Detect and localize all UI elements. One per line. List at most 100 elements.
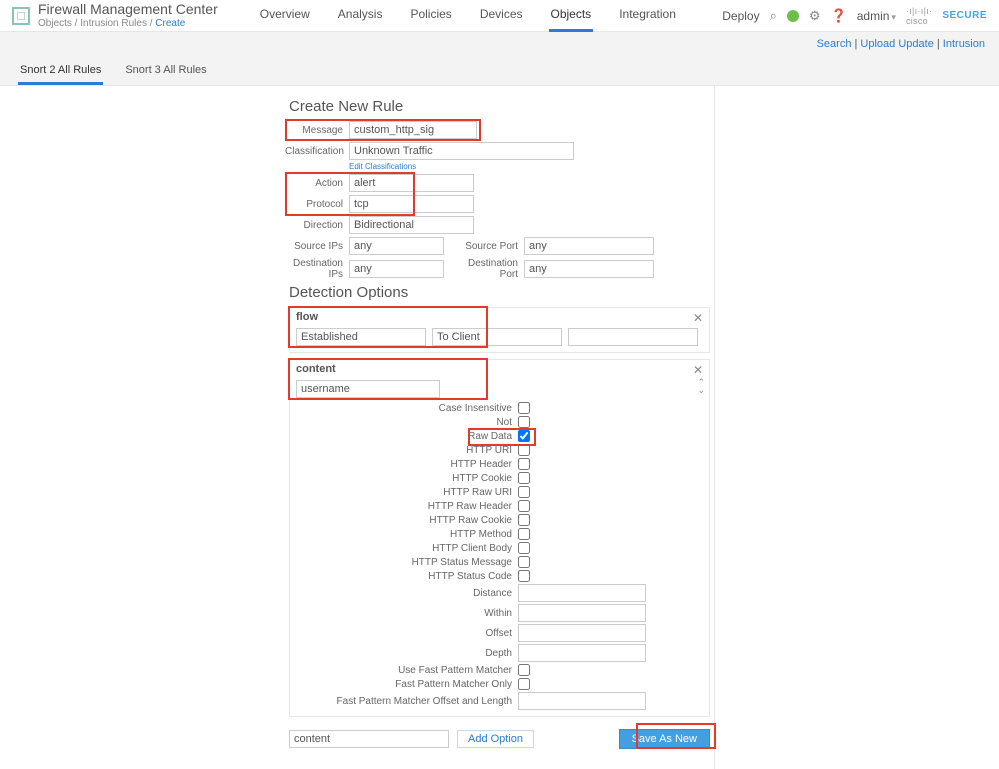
lbl-header: HTTP Header	[290, 459, 512, 470]
lbl-method: HTTP Method	[290, 529, 512, 540]
lbl-uri: HTTP URI	[290, 445, 512, 456]
lbl-status: HTTP Status Message	[290, 557, 512, 568]
nav-overview[interactable]: Overview	[258, 0, 312, 32]
chk-rawuri[interactable]	[518, 486, 530, 498]
content-block: content ✕ ⌃⌄ Case Insensitive Not Raw Da…	[289, 359, 710, 717]
chk-rawcookie[interactable]	[518, 514, 530, 526]
chk-fastonly[interactable]	[518, 678, 530, 690]
lbl-distance: Distance	[290, 588, 512, 599]
nav-objects[interactable]: Objects	[549, 0, 594, 32]
depth-input[interactable]	[518, 644, 646, 662]
chk-rawheader[interactable]	[518, 500, 530, 512]
lbl-src-ips: Source IPs	[285, 241, 343, 252]
crumb-create: Create	[155, 18, 185, 29]
fastoff-input[interactable]	[518, 692, 646, 710]
lbl-rawheader: HTTP Raw Header	[290, 501, 512, 512]
save-as-new-button[interactable]: Save As New	[619, 729, 710, 749]
content-value-input[interactable]	[296, 380, 440, 398]
top-right: Deploy ⌕ ⚙ ❓ admin▾ ·ı|ı·ı|ı·cisco SECUR…	[722, 6, 987, 26]
crumb-objects[interactable]: Objects	[38, 18, 72, 29]
flow-dir-select[interactable]: To Client	[432, 328, 562, 346]
lbl-case: Case Insensitive	[290, 403, 512, 414]
lbl-not: Not	[290, 417, 512, 428]
deploy-link[interactable]: Deploy	[722, 9, 759, 23]
chevron-down-icon: ▾	[891, 12, 896, 22]
chk-header[interactable]	[518, 458, 530, 470]
tabs: Snort 2 All Rules Snort 3 All Rules	[0, 56, 999, 85]
edit-classifications-link[interactable]: Edit Classifications	[349, 162, 714, 171]
link-intrusion[interactable]: Intrusion	[943, 38, 985, 50]
lbl-rawuri: HTTP Raw URI	[290, 487, 512, 498]
option-type-select[interactable]: content	[289, 730, 449, 748]
chk-uri[interactable]	[518, 444, 530, 456]
user-menu[interactable]: admin▾	[857, 9, 896, 23]
nav-devices[interactable]: Devices	[478, 0, 525, 32]
link-search[interactable]: Search	[817, 38, 852, 50]
crumb-intrusion[interactable]: Intrusion Rules	[80, 18, 147, 29]
cisco-brand: ·ı|ı·ı|ı·cisco	[906, 6, 932, 26]
direction-select[interactable]: Bidirectional	[349, 216, 474, 234]
section-create: Create New Rule	[289, 98, 714, 115]
rule-panel: Create New Rule Message Classification U…	[285, 86, 715, 769]
action-select[interactable]: alert	[349, 174, 474, 192]
nav-integration[interactable]: Integration	[617, 0, 678, 32]
bottom-row: content Add Option Save As New	[285, 723, 714, 749]
distance-input[interactable]	[518, 584, 646, 602]
chk-status[interactable]	[518, 556, 530, 568]
add-option-button[interactable]: Add Option	[457, 730, 534, 748]
lbl-src-port: Source Port	[456, 241, 518, 252]
chk-cookie[interactable]	[518, 472, 530, 484]
help-icon[interactable]: ❓	[831, 8, 847, 24]
nav-policies[interactable]: Policies	[408, 0, 453, 32]
secure-brand: SECURE	[942, 10, 987, 21]
breadcrumb: Objects / Intrusion Rules / Create	[38, 18, 218, 29]
src-ips-input[interactable]	[349, 237, 444, 255]
chk-code[interactable]	[518, 570, 530, 582]
src-port-input[interactable]	[524, 237, 654, 255]
dst-port-input[interactable]	[524, 260, 654, 278]
offset-input[interactable]	[518, 624, 646, 642]
tab-snort2[interactable]: Snort 2 All Rules	[18, 56, 103, 85]
main-nav: Overview Analysis Policies Devices Objec…	[258, 0, 678, 32]
flow-extra-select[interactable]	[568, 328, 698, 346]
chk-client[interactable]	[518, 542, 530, 554]
lbl-direction: Direction	[285, 220, 343, 231]
lbl-code: HTTP Status Code	[290, 571, 512, 582]
lbl-offset: Offset	[290, 628, 512, 639]
close-icon[interactable]: ✕	[693, 363, 703, 377]
search-icon[interactable]: ⌕	[770, 8, 777, 24]
lbl-classification: Classification	[285, 146, 343, 157]
protocol-select[interactable]: tcp	[349, 195, 474, 213]
lbl-message: Message	[285, 125, 343, 136]
lbl-fastonly: Fast Pattern Matcher Only	[290, 679, 512, 690]
lbl-dst-port: Destination Port	[456, 258, 518, 280]
chk-not[interactable]	[518, 416, 530, 428]
lbl-dst-ips: Destination IPs	[285, 258, 343, 280]
within-input[interactable]	[518, 604, 646, 622]
message-input[interactable]	[349, 121, 477, 139]
lbl-client: HTTP Client Body	[290, 543, 512, 554]
right-links: Search | Upload Update | Intrusion	[0, 32, 999, 56]
lbl-fastoff: Fast Pattern Matcher Offset and Length	[290, 696, 512, 707]
chk-raw[interactable]	[518, 430, 530, 442]
status-dot-icon[interactable]	[787, 10, 799, 22]
lbl-action: Action	[285, 178, 343, 189]
chk-method[interactable]	[518, 528, 530, 540]
nav-analysis[interactable]: Analysis	[336, 0, 385, 32]
chk-case[interactable]	[518, 402, 530, 414]
lbl-rawcookie: HTTP Raw Cookie	[290, 515, 512, 526]
chk-fast[interactable]	[518, 664, 530, 676]
close-icon[interactable]: ✕	[693, 311, 703, 325]
reorder-arrows[interactable]: ⌃⌄	[697, 378, 705, 394]
lbl-cookie: HTTP Cookie	[290, 473, 512, 484]
lbl-depth: Depth	[290, 648, 512, 659]
link-upload[interactable]: Upload Update	[860, 38, 933, 50]
classification-select[interactable]: Unknown Traffic	[349, 142, 574, 160]
gear-icon[interactable]: ⚙	[809, 8, 821, 24]
tab-snort3[interactable]: Snort 3 All Rules	[123, 56, 208, 85]
content-head: content	[290, 360, 709, 378]
lbl-within: Within	[290, 608, 512, 619]
app-title: Firewall Management Center	[38, 2, 218, 17]
dst-ips-input[interactable]	[349, 260, 444, 278]
flow-state-select[interactable]: Established	[296, 328, 426, 346]
